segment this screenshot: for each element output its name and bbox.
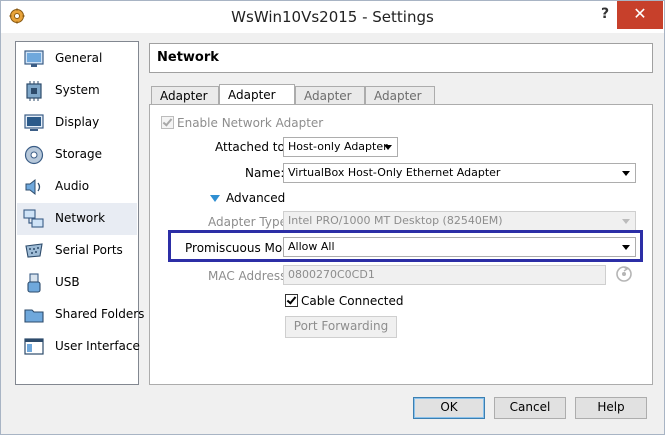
- enable-adapter-checkbox[interactable]: [161, 116, 174, 129]
- port-forwarding-button[interactable]: Port Forwarding: [285, 316, 397, 338]
- sidebar-item-label: Serial Ports: [55, 243, 123, 257]
- promiscuous-mode-highlight: [168, 230, 643, 262]
- help-button[interactable]: Help: [575, 397, 647, 419]
- adapter-name-value: VirtualBox Host-Only Ethernet Adapter: [288, 166, 501, 179]
- advanced-toggle-icon[interactable]: [210, 195, 220, 202]
- sidebar-item-serial-ports[interactable]: Serial Ports: [17, 235, 137, 267]
- sidebar-item-label: Audio: [55, 179, 90, 193]
- sidebar-item-label: Display: [55, 115, 100, 129]
- attached-to-value: Host-only Adapter: [288, 140, 388, 153]
- adapter-type-value: Intel PRO/1000 MT Desktop (82540EM): [288, 214, 503, 227]
- section-title: Network: [157, 50, 219, 65]
- sidebar-item-label: Storage: [55, 147, 102, 161]
- serial-ports-icon: [25, 243, 43, 258]
- sidebar-item-label: General: [55, 51, 103, 65]
- ok-button[interactable]: OK: [413, 397, 485, 419]
- mac-address-field[interactable]: 0800270C0CD1: [283, 265, 606, 285]
- title-bar: WsWin10Vs2015 - Settings ? ✕: [1, 1, 664, 33]
- window-title: WsWin10Vs2015 - Settings: [231, 8, 434, 26]
- sidebar-item-label: System: [55, 83, 100, 97]
- tab-adapter-4[interactable]: Adapter 4: [365, 86, 435, 117]
- sidebar-item-label: Shared Folders: [55, 307, 145, 321]
- sidebar-item-network[interactable]: Network: [17, 203, 137, 235]
- sidebar-item-system[interactable]: System: [17, 75, 137, 107]
- system-icon: [26, 81, 42, 101]
- enable-adapter-label: Enable Network Adapter: [177, 116, 324, 130]
- adapter-type-label: Adapter Type:: [208, 215, 292, 229]
- name-label: Name:: [245, 166, 285, 180]
- adapter-name-select[interactable]: VirtualBox Host-Only Ethernet Adapter: [283, 163, 636, 183]
- sidebar-item-audio[interactable]: Audio: [17, 171, 137, 203]
- sidebar-item-shared-folders[interactable]: Shared Folders: [17, 299, 144, 331]
- advanced-toggle[interactable]: Advanced: [226, 191, 285, 205]
- storage-icon: [24, 145, 44, 165]
- cancel-button[interactable]: Cancel: [494, 397, 566, 419]
- sidebar-item-general[interactable]: General: [17, 43, 137, 75]
- chevron-down-icon: [622, 171, 630, 176]
- display-icon: [24, 114, 44, 131]
- general-icon: [24, 50, 44, 67]
- tab-adapter-2[interactable]: Adapter 2: [219, 84, 295, 116]
- sidebar-item-label: USB: [55, 275, 80, 289]
- close-window-button[interactable]: ✕: [617, 1, 663, 29]
- refresh-mac-icon[interactable]: [615, 265, 633, 283]
- sidebar-item-label: Network: [55, 211, 106, 225]
- tab-adapter-3[interactable]: Adapter 3: [295, 86, 365, 117]
- cable-connected-label: Cable Connected: [301, 294, 404, 308]
- sidebar-item-storage[interactable]: Storage: [17, 139, 137, 171]
- cable-connected-checkbox[interactable]: [285, 294, 298, 307]
- chevron-down-icon: [384, 145, 392, 150]
- user-interface-icon: [24, 338, 44, 355]
- sidebar-item-user-interface[interactable]: User Interface: [17, 331, 140, 363]
- section-header: Network: [149, 43, 653, 73]
- network-icon: [23, 209, 44, 228]
- mac-address-label: MAC Address:: [208, 269, 291, 283]
- audio-icon: [25, 178, 41, 196]
- attached-to-label: Attached to:: [215, 140, 289, 154]
- adapter-type-select[interactable]: Intel PRO/1000 MT Desktop (82540EM): [283, 211, 636, 231]
- sidebar-item-usb[interactable]: USB: [17, 267, 137, 299]
- settings-sidebar: General System Display Storage Audio Net…: [15, 41, 144, 385]
- usb-icon: [27, 273, 41, 293]
- shared-folders-icon: [24, 309, 44, 323]
- settings-window: WsWin10Vs2015 - Settings ? ✕ General Sys…: [0, 0, 665, 435]
- sidebar-item-display[interactable]: Display: [17, 107, 137, 139]
- tab-adapter-1[interactable]: Adapter 1: [151, 86, 219, 117]
- chevron-down-icon: [622, 219, 630, 224]
- attached-to-select[interactable]: Host-only Adapter: [283, 137, 398, 157]
- sidebar-item-label: User Interface: [55, 339, 140, 353]
